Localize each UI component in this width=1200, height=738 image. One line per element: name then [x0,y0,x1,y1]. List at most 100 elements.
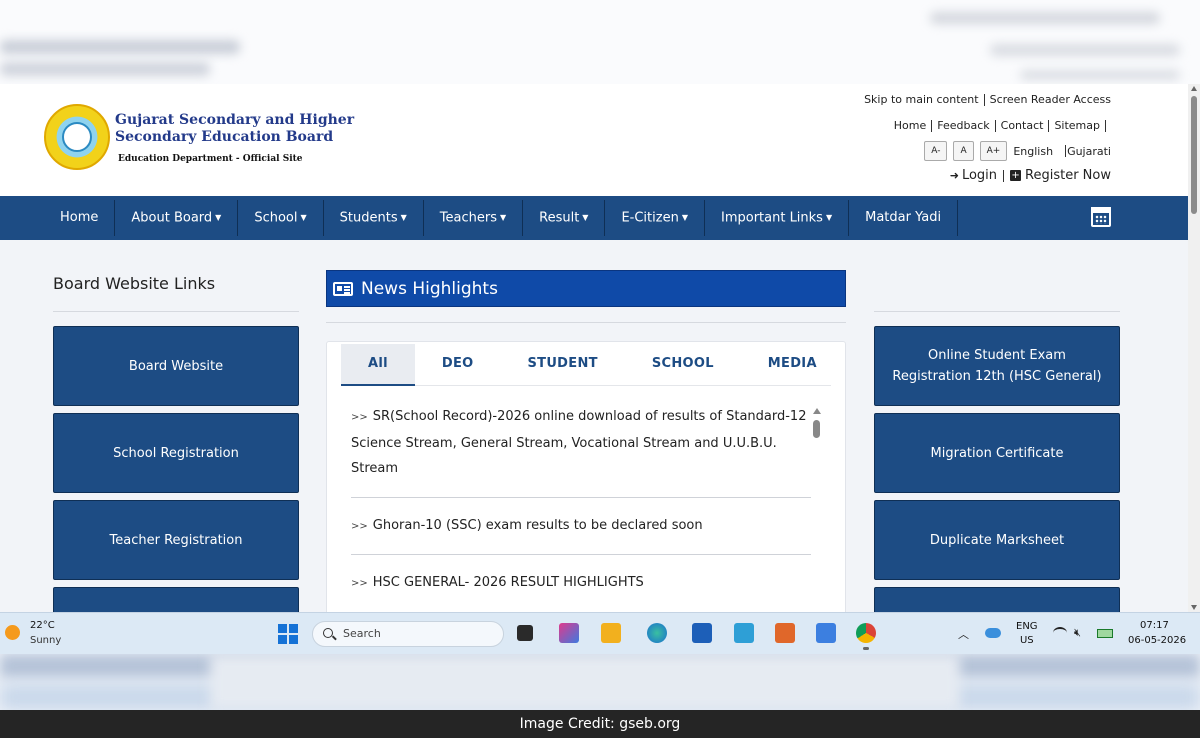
font-increase-button[interactable]: A+ [979,141,1008,161]
login-icon: ➜ [949,169,959,182]
register-link[interactable]: Register Now [1025,168,1111,183]
nav-item-result[interactable]: Result ▼ [523,200,606,236]
lang-english-link[interactable]: English [1013,145,1053,158]
nav-item-teachers[interactable]: Teachers ▼ [424,200,524,236]
teacher-registration-button[interactable]: Teacher Registration [53,500,299,580]
onedrive-cloud-icon[interactable] [985,628,1001,638]
divider [53,311,299,312]
board-subtitle: Education Department - Official Site [118,154,303,164]
main-content: Board Website Links Board Website School… [0,240,1188,612]
online-exam-registration-button[interactable]: Online Student Exam Registration 12th (H… [874,326,1120,406]
taskbar: 22°C Sunny Search ︿ ENG US 🔇︎ 07:17 06-0… [0,612,1200,654]
news-item[interactable]: >> HSC GENERAL- 2026 RESULT HIGHLIGHTS [351,570,811,612]
util-link-feedback[interactable]: Feedback [937,119,989,132]
clock-date[interactable]: 06-05-2026 [1128,635,1186,646]
scroll-up-arrow-icon[interactable] [1191,86,1197,91]
nav-item-matdar-yadi[interactable]: Matdar Yadi [849,200,959,236]
screen-reader-link[interactable]: Screen Reader Access [990,93,1111,106]
link-button-partial[interactable] [53,587,299,612]
news-item[interactable]: >> Ghoran-10 (SSC) exam results to be dec… [351,513,811,555]
nav-item-important-links[interactable]: Important Links ▼ [705,200,850,236]
caret-down-icon: ▼ [300,213,307,222]
file-explorer-icon[interactable] [601,623,621,643]
caret-down-icon: ▼ [499,213,507,222]
store-icon[interactable] [692,623,712,643]
copilot-icon[interactable] [559,623,579,643]
wifi-icon[interactable] [1053,627,1067,639]
plus-square-icon: + [1010,170,1022,181]
blurred-top-strip [0,0,1200,84]
font-normal-button[interactable]: A [953,141,974,161]
search-placeholder: Search [343,627,381,640]
nav-item-about-board[interactable]: About Board ▼ [115,200,239,236]
caret-down-icon: ▼ [825,213,833,222]
nav-item-e-citizen[interactable]: E-Citizen ▼ [605,200,705,236]
school-registration-button[interactable]: School Registration [53,413,299,493]
font-decrease-button[interactable]: A- [924,141,948,161]
newspaper-icon [333,282,353,296]
app-icon[interactable] [734,623,754,643]
image-credit: Image Credit: gseb.org [0,710,1200,738]
news-scroll-up-icon[interactable] [813,408,821,414]
chrome-browser-icon[interactable] [856,623,876,643]
news-item[interactable]: >> SR(School Record)-2026 online download… [351,404,811,498]
util-link-home[interactable]: Home [894,119,926,132]
caret-down-icon: ▼ [582,213,589,222]
news-scrollbar-thumb[interactable] [813,420,820,438]
lang-gujarati-link[interactable]: Gujarati [1067,145,1111,158]
utility-links: Home Feedback Contact Sitemap [894,119,1111,132]
news-tabs: All DEO STUDENT SCHOOL MEDIA [341,344,831,386]
caret-down-icon: ▼ [400,213,407,222]
board-title[interactable]: Gujarat Secondary and Higher Secondary E… [115,112,354,146]
chevron-up-icon[interactable]: ︿ [958,626,969,642]
page-scrollbar[interactable] [1188,84,1200,612]
caret-down-icon: ▼ [215,213,222,222]
news-list: >> SR(School Record)-2026 online download… [351,404,811,612]
tab-deo[interactable]: DEO [415,344,501,386]
accessibility-links: Skip to main content Screen Reader Acces… [864,93,1111,106]
board-links-title: Board Website Links [53,274,216,293]
search-icon [323,628,333,638]
volume-muted-icon[interactable]: 🔇︎ [1074,626,1081,640]
board-website-button[interactable]: Board Website [53,326,299,406]
tab-student[interactable]: STUDENT [501,344,625,386]
input-language[interactable]: ENG US [1016,620,1038,648]
news-highlights-header: News Highlights [326,270,846,307]
calendar-icon[interactable] [1091,207,1111,227]
news-highlights-title: News Highlights [361,279,498,299]
util-link-contact[interactable]: Contact [1001,119,1044,132]
divider [874,311,1120,312]
taskbar-search[interactable]: Search [312,621,504,647]
edge-browser-icon[interactable] [647,623,667,643]
nav-item-home[interactable]: Home [44,200,116,236]
task-view-icon[interactable] [517,625,533,641]
util-link-sitemap[interactable]: Sitemap [1054,119,1100,132]
clock-time[interactable]: 07:17 [1140,620,1169,631]
login-link[interactable]: Login [962,168,997,183]
duplicate-marksheet-button[interactable]: Duplicate Marksheet [874,500,1120,580]
migration-certificate-button[interactable]: Migration Certificate [874,413,1120,493]
sun-icon[interactable] [5,625,20,640]
active-app-indicator [863,647,869,650]
blurred-bottom-strip [0,654,1200,710]
nav-item-students[interactable]: Students ▼ [324,200,424,236]
auth-links: ➜ Login + Register Now [950,168,1111,183]
news-panel: All DEO STUDENT SCHOOL MEDIA >> SR(School… [326,341,846,612]
tab-all[interactable]: All [341,344,415,386]
board-logo-icon[interactable] [44,104,110,170]
link-button-partial[interactable] [874,587,1120,612]
skip-to-main-link[interactable]: Skip to main content [864,93,979,106]
weather-temp: 22°C [30,620,55,631]
page-scrollbar-thumb[interactable] [1191,96,1197,214]
divider [326,322,846,323]
tab-school[interactable]: SCHOOL [625,344,741,386]
tab-media[interactable]: MEDIA [741,344,844,386]
battery-icon[interactable] [1097,629,1113,638]
nav-item-school[interactable]: School ▼ [238,200,324,236]
site-header: Gujarat Secondary and Higher Secondary E… [0,84,1188,196]
scroll-down-arrow-icon[interactable] [1191,605,1197,610]
windows-start-icon[interactable] [278,624,298,644]
app-icon[interactable] [775,623,795,643]
app-icon[interactable] [816,623,836,643]
main-nav: Home About Board ▼ School ▼ Students ▼ Teac… [0,196,1188,240]
